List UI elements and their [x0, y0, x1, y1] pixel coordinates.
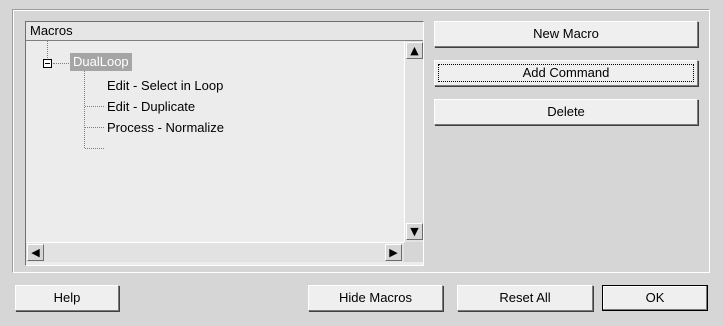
scroll-left-arrow-icon[interactable]: ◀: [27, 244, 44, 261]
vertical-scrollbar[interactable]: ▲ ▼: [404, 41, 423, 242]
tree-item-command[interactable]: Edit - Duplicate: [107, 98, 195, 116]
add-command-button[interactable]: Add Command: [434, 60, 698, 86]
macros-column-header[interactable]: Macros: [26, 22, 423, 41]
macros-list-box: Macros DualLoop Edit - Select in Loop Ed…: [25, 21, 424, 266]
hide-macros-button[interactable]: Hide Macros: [308, 285, 443, 311]
macros-dialog: Macros DualLoop Edit - Select in Loop Ed…: [0, 0, 723, 326]
scrollbar-corner: [404, 242, 423, 262]
tree-connector-root-vertical: [47, 41, 48, 58]
help-button[interactable]: Help: [15, 285, 119, 311]
delete-button[interactable]: Delete: [434, 99, 698, 125]
tree-connector-root-horizontal: [53, 63, 69, 64]
tree-connector-child-1: [85, 106, 104, 107]
tree-item-command[interactable]: Edit - Select in Loop: [107, 77, 223, 95]
new-macro-button[interactable]: New Macro: [434, 21, 698, 47]
tree-item-command[interactable]: Process - Normalize: [107, 119, 224, 137]
macros-tree[interactable]: [26, 41, 404, 242]
horizontal-scrollbar[interactable]: ◀ ▶: [26, 242, 404, 262]
collapse-toggle-icon[interactable]: [43, 59, 52, 68]
macros-header-label: Macros: [30, 23, 73, 38]
tree-item-dualloop[interactable]: DualLoop: [70, 53, 132, 71]
scroll-down-arrow-icon[interactable]: ▼: [406, 223, 423, 240]
tree-connector-children-vertical: [84, 71, 85, 148]
reset-all-button[interactable]: Reset All: [457, 285, 593, 311]
tree-connector-child-2: [85, 127, 104, 128]
scroll-right-arrow-icon[interactable]: ▶: [385, 244, 402, 261]
scroll-up-arrow-icon[interactable]: ▲: [406, 42, 423, 59]
ok-button[interactable]: OK: [602, 285, 708, 311]
tree-connector-child-3: [85, 148, 104, 149]
